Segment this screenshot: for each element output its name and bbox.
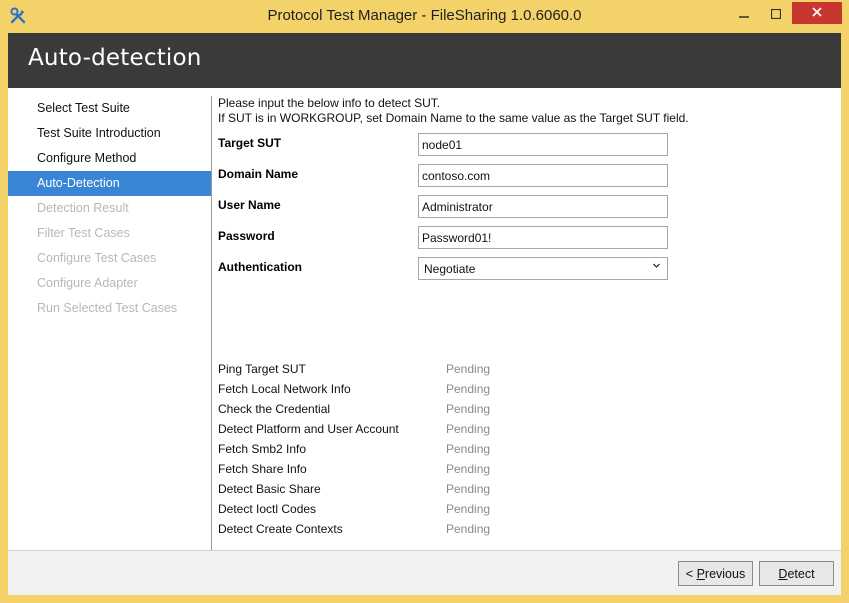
target-sut-row: Target SUT (218, 133, 678, 157)
detection-step-status: Pending (446, 442, 491, 456)
app-window: Protocol Test Manager - FileSharing 1.0.… (0, 0, 849, 603)
detection-step-name: Detect Ioctl Codes (218, 502, 317, 516)
step-configure-test-cases: Configure Test Cases (37, 251, 157, 265)
step-select-test-suite[interactable]: Select Test Suite (8, 96, 211, 121)
title-bar[interactable]: Protocol Test Manager - FileSharing 1.0.… (0, 0, 849, 33)
password-input[interactable] (418, 226, 668, 249)
list-item: Detect Ioctl Codes Pending (218, 499, 618, 519)
authentication-value: Negotiate (424, 262, 476, 276)
detection-step-name: Ping Target SUT (218, 362, 306, 376)
detect-button[interactable]: Detect (759, 561, 834, 586)
detection-panel: Please input the below info to detect SU… (218, 96, 838, 550)
list-item: Detect Create Contexts Pending (218, 519, 618, 539)
target-sut-input[interactable] (418, 133, 668, 156)
domain-name-input[interactable] (418, 164, 668, 187)
maximize-button[interactable] (760, 0, 792, 29)
minimize-icon (739, 8, 749, 22)
page-header: Auto-detection (8, 33, 841, 88)
step-configure-method[interactable]: Configure Method (8, 146, 211, 171)
maximize-icon (770, 8, 782, 22)
close-button[interactable] (792, 2, 842, 24)
authentication-label: Authentication (218, 260, 302, 274)
step-auto-detection[interactable]: Auto-Detection (8, 171, 211, 196)
list-item: Fetch Smb2 Info Pending (218, 439, 618, 459)
detection-step-name: Check the Credential (218, 402, 331, 416)
detection-step-status: Pending (446, 522, 491, 536)
window-title: Protocol Test Manager - FileSharing 1.0.… (267, 7, 582, 24)
detection-step-name: Detect Basic Share (218, 482, 321, 496)
intro-text: Please input the below info to detect SU… (218, 96, 838, 126)
password-row: Password (218, 226, 678, 250)
detection-step-name: Fetch Smb2 Info (218, 442, 307, 456)
detect-rest: etect (787, 566, 815, 581)
previous-prefix: < (685, 566, 697, 581)
detection-step-name: Detect Platform and User Account (218, 422, 399, 436)
previous-button[interactable]: < Previous (678, 561, 753, 586)
authentication-select[interactable]: Negotiate (418, 257, 668, 280)
step-test-suite-introduction[interactable]: Test Suite Introduction (8, 121, 211, 146)
wizard-steps: Select Test Suite Test Suite Introductio… (8, 96, 212, 550)
list-item: Detect Basic Share Pending (218, 479, 618, 499)
previous-accel: P (696, 566, 705, 581)
list-item: Ping Target SUT Pending (218, 359, 618, 379)
detection-step-name: Fetch Local Network Info (218, 382, 351, 396)
detection-step-status: Pending (446, 482, 491, 496)
step-configure-adapter: Configure Adapter (37, 276, 138, 290)
detection-step-name: Detect Create Contexts (218, 522, 343, 536)
user-name-input[interactable] (418, 195, 668, 218)
footer-bar: < Previous Detect (8, 550, 841, 595)
page-title: Auto-detection (28, 45, 202, 71)
detection-step-name: Fetch Share Info (218, 462, 307, 476)
domain-name-row: Domain Name (218, 164, 678, 188)
detection-step-status: Pending (446, 502, 491, 516)
user-name-row: User Name (218, 195, 678, 219)
password-label: Password (218, 229, 275, 243)
authentication-row: Authentication Negotiate (218, 257, 678, 281)
detect-accel: D (778, 566, 788, 581)
step-run-selected-test-cases: Run Selected Test Cases (37, 301, 178, 315)
client-area: Auto-detection Select Test Suite Test Su… (8, 33, 841, 595)
close-icon (812, 6, 822, 20)
list-item: Detect Platform and User Account Pending (218, 419, 618, 439)
list-item: Fetch Share Info Pending (218, 459, 618, 479)
chevron-down-icon (652, 261, 661, 273)
detection-step-status: Pending (446, 382, 491, 396)
detection-step-status: Pending (446, 462, 491, 476)
list-item: Fetch Local Network Info Pending (218, 379, 618, 399)
user-name-label: User Name (218, 198, 281, 212)
step-filter-test-cases: Filter Test Cases (37, 226, 130, 240)
previous-rest: revious (704, 566, 746, 581)
list-item: Check the Credential Pending (218, 399, 618, 419)
detection-step-status: Pending (446, 402, 491, 416)
detection-step-status: Pending (446, 362, 491, 376)
step-detection-result: Detection Result (37, 201, 129, 215)
domain-name-label: Domain Name (218, 167, 299, 181)
target-sut-label: Target SUT (218, 136, 282, 150)
detection-step-status: Pending (446, 422, 491, 436)
intro-line-2: If SUT is in WORKGROUP, set Domain Name … (218, 111, 689, 125)
minimize-button[interactable] (728, 0, 760, 29)
detection-steps-list: Ping Target SUT Pending Fetch Local Netw… (218, 359, 618, 539)
intro-line-1: Please input the below info to detect SU… (218, 96, 441, 110)
